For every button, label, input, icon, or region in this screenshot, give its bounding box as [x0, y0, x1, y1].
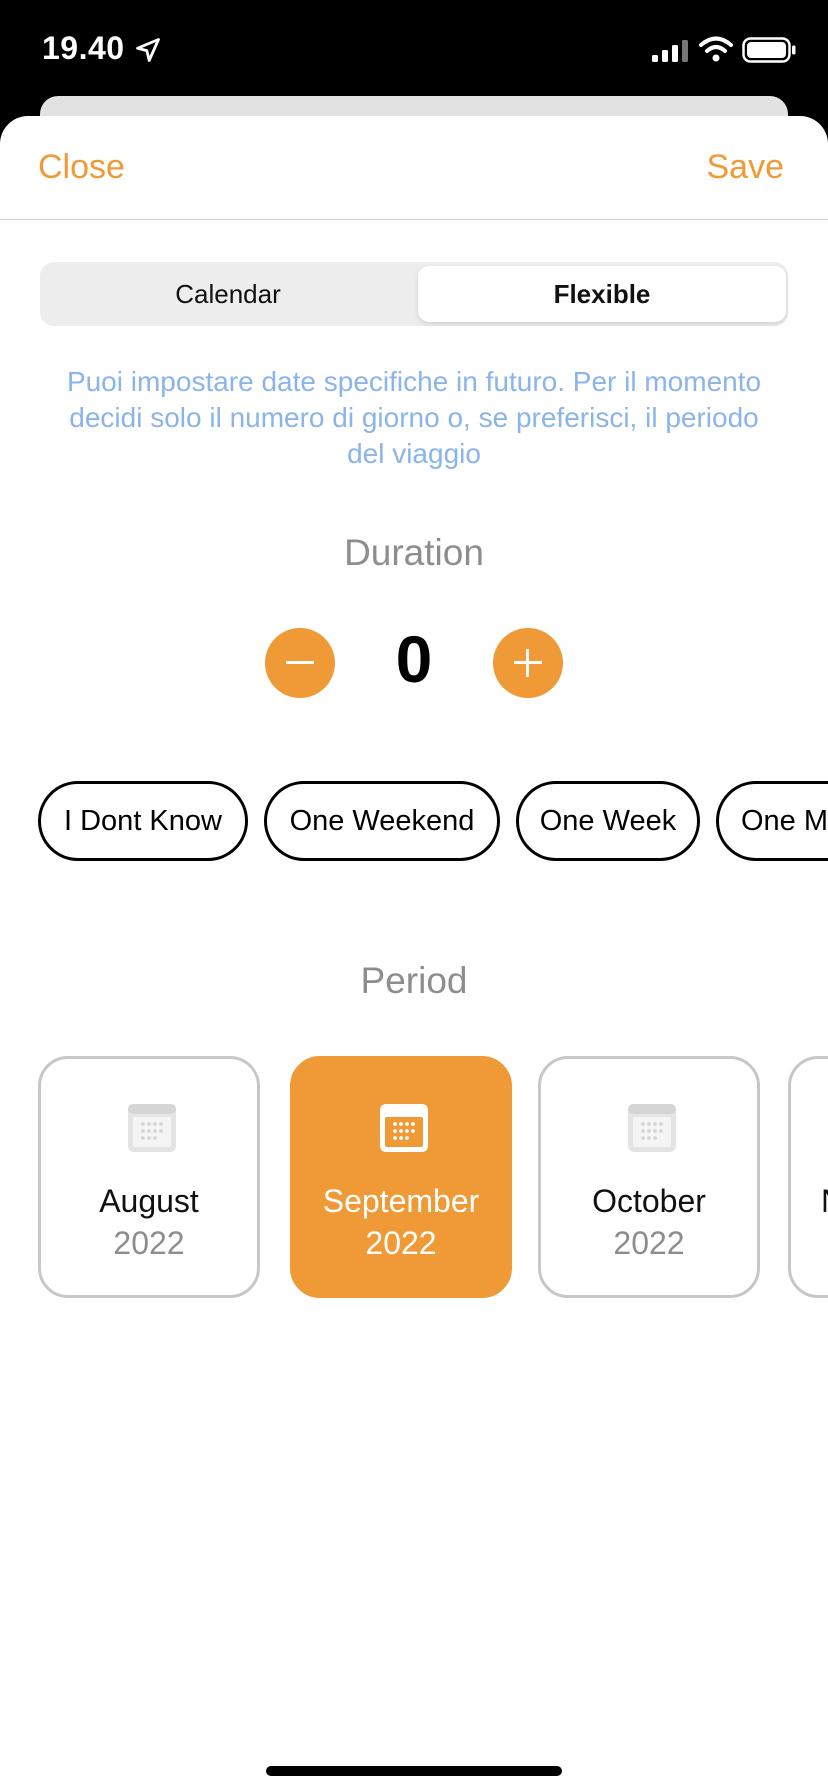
segment-flexible[interactable]: Flexible: [418, 266, 786, 322]
duration-title: Duration: [344, 532, 484, 573]
month-name: October: [592, 1183, 706, 1219]
chip-one-weekend[interactable]: One Weekend: [264, 781, 500, 861]
duration-value: 0: [395, 622, 433, 696]
month-card-october[interactable]: October 2022: [538, 1056, 760, 1298]
period-title: Period: [360, 960, 468, 1001]
status-bar: 19.40: [0, 0, 828, 100]
date-mode-segmented-control: Calendar Flexible: [40, 262, 788, 326]
calendar-icon: [128, 1104, 176, 1152]
calendar-icon: [628, 1104, 676, 1152]
location-arrow-icon: [136, 38, 160, 62]
flexible-info-text: Puoi impostare date specifiche in futuro…: [66, 366, 762, 469]
month-year: 2022: [613, 1225, 685, 1261]
month-card-august[interactable]: August 2022: [38, 1056, 260, 1298]
month-name: N: [821, 1183, 828, 1220]
month-year: 2022: [365, 1225, 437, 1261]
chip-one-week[interactable]: One Week: [516, 781, 700, 861]
month-year: 2022: [113, 1225, 185, 1261]
cellular-signal-icon: [652, 40, 688, 62]
month-card-september[interactable]: September 2022: [290, 1056, 512, 1298]
calendar-icon: [380, 1104, 428, 1152]
nav-bar: Close Save: [0, 116, 828, 220]
save-button[interactable]: Save: [707, 148, 785, 187]
chip-one-month[interactable]: One M: [716, 781, 828, 861]
battery-icon: [742, 37, 796, 63]
close-button[interactable]: Close: [38, 148, 125, 187]
segment-calendar[interactable]: Calendar: [44, 266, 412, 322]
date-picker-sheet: Close Save Calendar Flexible Puoi impost…: [0, 116, 828, 1792]
increment-button[interactable]: [493, 628, 563, 698]
home-indicator: [266, 1766, 562, 1776]
chip-i-dont-know[interactable]: I Dont Know: [38, 781, 248, 861]
month-card-november[interactable]: N: [788, 1056, 828, 1298]
decrement-button[interactable]: [265, 628, 335, 698]
month-name: August: [99, 1183, 199, 1219]
month-name: September: [322, 1183, 480, 1219]
status-time: 19.40: [42, 30, 125, 66]
wifi-icon: [699, 36, 733, 62]
